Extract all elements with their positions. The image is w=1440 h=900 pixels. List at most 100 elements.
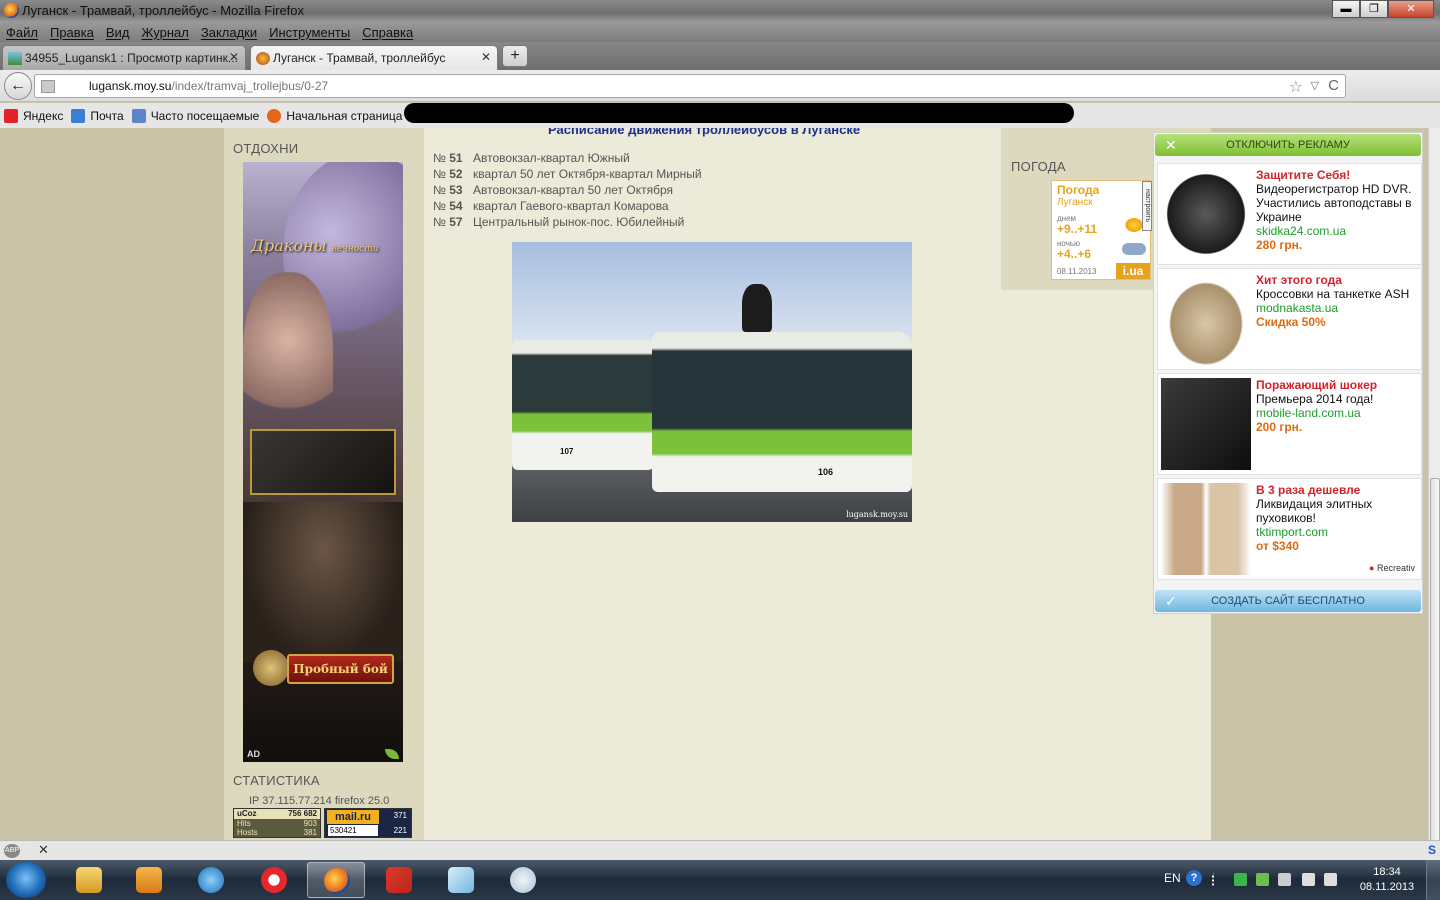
- addon-bar: ABP ✕ S: [0, 840, 1440, 860]
- trial-battle-button[interactable]: Пробный бой: [287, 654, 394, 684]
- url-bar[interactable]: lugansk.moy.su/index/tramvaj_trollejbus/…: [34, 74, 1346, 98]
- route-list: № 51 Автовокзал-квартал Южный № 52 квартал…: [433, 150, 702, 230]
- menu-bookmarks[interactable]: Закладки: [201, 25, 257, 40]
- tab-bar: 34955_Lugansk1 : Просмотр картинк... ✕ Л…: [0, 42, 1440, 70]
- bookmark-most-visited[interactable]: Часто посещаемые: [131, 108, 259, 123]
- rain-cloud-icon: [1122, 243, 1146, 255]
- tab-lugansk-transport[interactable]: Луганск - Трамвай, троллейбус ✕: [250, 45, 498, 70]
- most-visited-icon: [131, 108, 146, 123]
- menu-view[interactable]: Вид: [106, 25, 130, 40]
- bookmark-yandex[interactable]: Яндекс: [4, 108, 63, 123]
- dvr-camera-image: [1161, 168, 1251, 260]
- taskbar-firefox[interactable]: [307, 862, 365, 898]
- ad-item[interactable]: В 3 раза дешевле Ликвидация элитных пухо…: [1157, 478, 1422, 580]
- weather-settings-tab[interactable]: настроить: [1142, 181, 1152, 231]
- close-icon: ✕: [1165, 137, 1177, 153]
- section-title-weather: ПОГОДА: [1011, 159, 1066, 174]
- down-jackets-image: [1161, 483, 1251, 575]
- internet-explorer-icon: [198, 867, 224, 893]
- disable-ads-button[interactable]: ✕ ОТКЛЮЧИТЬ РЕКЛАМУ: [1155, 134, 1421, 156]
- help-icon[interactable]: ?: [1186, 870, 1202, 886]
- image-icon: [8, 52, 22, 65]
- taskbar-explorer[interactable]: [60, 862, 118, 898]
- taskbar-media-player[interactable]: [120, 862, 178, 898]
- paint-icon: [510, 867, 536, 893]
- bookmark-mail[interactable]: Почта: [71, 108, 124, 123]
- firefox-logo-icon: [4, 3, 19, 18]
- route-item: № 57 Центральный рынок-пос. Юбилейный: [433, 215, 685, 229]
- bookmark-home-page[interactable]: Начальная страница: [267, 108, 402, 123]
- taskbar-ccleaner[interactable]: [370, 862, 428, 898]
- folder-icon: [76, 867, 102, 893]
- volume-icon[interactable]: [1324, 873, 1337, 886]
- menu-bar: Файл Правка Вид Журнал Закладки Инструме…: [0, 22, 1440, 42]
- tray-overflow-icon[interactable]: [1212, 873, 1220, 886]
- trolleybus-107-image: [512, 340, 654, 470]
- close-addon-bar-icon[interactable]: ✕: [38, 842, 49, 858]
- addon-s-icon[interactable]: S: [1428, 843, 1436, 857]
- route-item: № 51 Автовокзал-квартал Южный: [433, 151, 630, 165]
- menu-file[interactable]: Файл: [6, 25, 38, 40]
- ad-item[interactable]: Хит этого года Кроссовки на танкетке ASH…: [1157, 268, 1422, 370]
- menu-tools[interactable]: Инструменты: [269, 25, 350, 40]
- app-icon: [448, 867, 474, 893]
- tab-close-icon[interactable]: ✕: [229, 50, 239, 64]
- taskbar-paint[interactable]: [494, 862, 552, 898]
- trolleybus-106-image: [652, 332, 912, 492]
- ad-item[interactable]: Поражающий шокер Премьера 2014 года! mobi…: [1157, 373, 1422, 475]
- taskbar-yandex-browser[interactable]: [245, 862, 303, 898]
- bookmark-star-icon[interactable]: ☆: [1289, 77, 1303, 97]
- schedule-heading[interactable]: Расписание движения троллейбусов в Луган…: [548, 128, 860, 137]
- section-title-stats: СТАТИСТИКА: [233, 773, 320, 788]
- scrollbar-thumb[interactable]: [1430, 478, 1440, 873]
- navigation-bar: ← lugansk.moy.su/index/tramvaj_trollejbu…: [0, 70, 1440, 164]
- bus-number: 107: [560, 447, 574, 456]
- recreativ-logo[interactable]: ● Recreativ: [1369, 563, 1415, 573]
- new-tab-button[interactable]: +: [502, 45, 528, 67]
- weather-widget[interactable]: Погода Луганск днем +9..+11 ночью +4..+6…: [1051, 180, 1152, 280]
- ad-panel: ✕ ОТКЛЮЧИТЬ РЕКЛАМУ Защитите Себя! Видеор…: [1153, 132, 1423, 614]
- section-title-relax: ОТДОХНИ: [233, 141, 299, 156]
- maximize-button[interactable]: ❐: [1360, 0, 1388, 18]
- back-button[interactable]: ←: [4, 72, 32, 100]
- game-ad-banner[interactable]: Драконы вечности Пробный бой AD: [243, 162, 403, 762]
- url-text[interactable]: lugansk.moy.su/index/tramvaj_trollejbus/…: [89, 79, 328, 93]
- photo-watermark: lugansk.moy.su: [846, 510, 908, 519]
- ucoz-counter[interactable]: uCoz 756 682 Hits 903 Hosts 381: [233, 808, 321, 838]
- menu-help[interactable]: Справка: [362, 25, 413, 40]
- reload-icon[interactable]: C: [1328, 77, 1339, 94]
- minimize-button[interactable]: ▬: [1332, 0, 1360, 18]
- action-center-flag-icon[interactable]: [1302, 873, 1315, 886]
- network-icon[interactable]: [1278, 873, 1291, 886]
- taskbar-ie[interactable]: [182, 862, 240, 898]
- show-desktop-button[interactable]: [1426, 860, 1440, 900]
- taskbar-app[interactable]: [432, 862, 490, 898]
- ad-item[interactable]: Защитите Себя! Видеорегистратор HD DVR. …: [1157, 163, 1422, 265]
- tab-close-icon[interactable]: ✕: [481, 50, 491, 64]
- security-check-icon[interactable]: [1234, 873, 1247, 886]
- sun-cloud-icon: [1124, 217, 1144, 233]
- create-site-button[interactable]: ✓ СОЗДАТЬ САЙТ БЕСПЛАТНО: [1155, 590, 1421, 612]
- sneakers-image: [1161, 273, 1251, 365]
- night-temperature: +4..+6: [1057, 247, 1092, 261]
- menu-history[interactable]: Журнал: [141, 25, 188, 40]
- vertical-scrollbar[interactable]: [1428, 128, 1440, 873]
- mailru-counter[interactable]: mail.ru 371 530421 221: [324, 808, 412, 838]
- close-window-button[interactable]: ✕: [1388, 0, 1434, 18]
- route-item: № 53 Автовокзал-квартал 50 лет Октября: [433, 183, 673, 197]
- tab-image-view[interactable]: 34955_Lugansk1 : Просмотр картинк... ✕: [2, 45, 246, 70]
- checkmark-icon: ✓: [1165, 593, 1177, 609]
- antivirus-icon[interactable]: [1256, 873, 1269, 886]
- weather-date: 08.11.2013: [1057, 267, 1097, 276]
- window-title: Луганск - Трамвай, троллейбус - Mozilla …: [22, 3, 305, 18]
- tab-label: 34955_Lugansk1 : Просмотр картинк...: [25, 51, 238, 65]
- language-indicator[interactable]: EN: [1164, 871, 1181, 885]
- adblock-plus-icon[interactable]: ABP: [4, 844, 20, 858]
- history-dropdown-icon[interactable]: ▽: [1311, 79, 1319, 92]
- clock[interactable]: 18:34 08.11.2013: [1352, 865, 1422, 895]
- start-button[interactable]: [6, 862, 46, 898]
- tab-label: Луганск - Трамвай, троллейбус: [273, 51, 446, 65]
- menu-edit[interactable]: Правка: [50, 25, 94, 40]
- route-item: № 54 квартал Гаевого-квартал Комарова: [433, 199, 669, 213]
- iua-logo[interactable]: i.ua: [1116, 263, 1150, 279]
